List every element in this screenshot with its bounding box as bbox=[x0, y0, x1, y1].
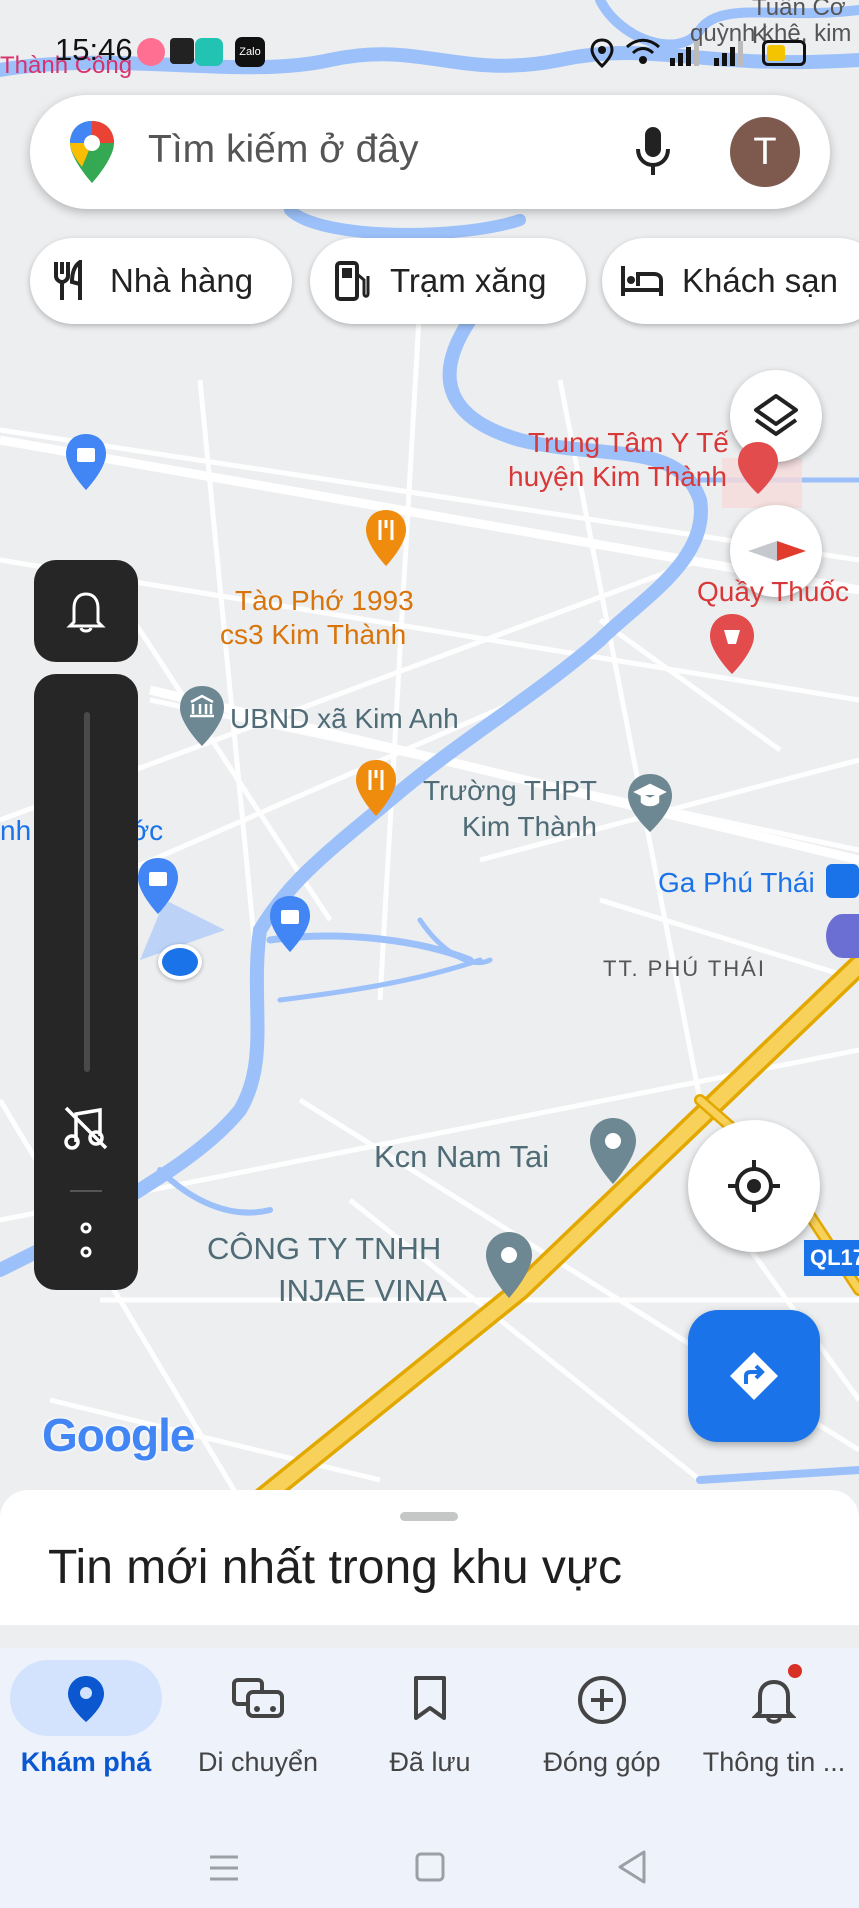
map-pin-edge-icon[interactable] bbox=[826, 914, 859, 958]
map-label-school-1: Trường THPT bbox=[423, 775, 598, 806]
search-bar[interactable]: Tìm kiếm ở đây T bbox=[30, 95, 830, 209]
signal-1-icon bbox=[670, 41, 699, 66]
volume-slider[interactable] bbox=[84, 712, 90, 1072]
nav-label: Đóng góp bbox=[543, 1747, 661, 1777]
bottom-navigation: Khám phá Di chuyển Đã lưu Đóng góp Thông… bbox=[0, 1648, 859, 1908]
notification-app-icon bbox=[137, 38, 165, 66]
music-off-icon[interactable] bbox=[62, 1104, 110, 1152]
map-label-station: Ga Phú Thái bbox=[658, 867, 815, 898]
layers-icon bbox=[754, 394, 798, 436]
system-back-icon[interactable] bbox=[616, 1849, 648, 1885]
map-label-restaurant-1: Tào Phớ 1993 bbox=[235, 585, 414, 616]
microphone-icon[interactable] bbox=[635, 125, 671, 179]
notification-dot bbox=[788, 1664, 802, 1678]
hospital-pin-icon[interactable] bbox=[736, 440, 780, 496]
nav-saved[interactable]: Đã lưu bbox=[344, 1648, 516, 1798]
commute-icon bbox=[232, 1678, 284, 1718]
zalo-icon: Zalo bbox=[235, 37, 265, 67]
shopping-pin-icon-1[interactable] bbox=[64, 432, 108, 492]
company-pin-icon[interactable] bbox=[484, 1230, 534, 1300]
user-location-dot[interactable] bbox=[158, 944, 202, 980]
map-label-pharmacy: Quầy Thuốc bbox=[697, 576, 850, 607]
system-menu-icon[interactable] bbox=[208, 1853, 240, 1883]
google-maps-logo-icon bbox=[70, 121, 114, 183]
map-label-hospital-1: Trung Tâm Y Tế bbox=[528, 427, 729, 458]
signal-2-icon bbox=[714, 41, 743, 66]
bell-icon bbox=[66, 592, 106, 633]
crosshair-icon bbox=[728, 1160, 780, 1212]
chip-label: Khách sạn bbox=[682, 262, 838, 299]
nav-label: Thông tin ... bbox=[702, 1747, 846, 1777]
shopping-pin-icon-3[interactable] bbox=[268, 894, 312, 954]
nav-updates[interactable]: Thông tin ... bbox=[688, 1648, 859, 1798]
chip-restaurants[interactable]: Nhà hàng bbox=[30, 238, 292, 324]
school-pin-icon[interactable] bbox=[626, 772, 674, 834]
government-pin-icon[interactable] bbox=[178, 684, 226, 748]
restaurant-icon bbox=[54, 260, 82, 300]
bag-icon bbox=[170, 38, 194, 64]
restaurant-pin-icon[interactable] bbox=[364, 508, 408, 568]
nav-commute[interactable]: Di chuyển bbox=[172, 1648, 344, 1798]
map-label-restaurant-2: cs3 Kim Thành bbox=[220, 619, 407, 650]
restaurant-pin-icon-2[interactable] bbox=[354, 758, 398, 818]
more-vertical-icon[interactable] bbox=[76, 1222, 96, 1262]
floating-bell-panel[interactable] bbox=[34, 560, 138, 662]
nav-label: Di chuyển bbox=[197, 1747, 319, 1777]
chip-gas-stations[interactable]: Trạm xăng bbox=[310, 238, 586, 324]
search-input[interactable]: Tìm kiếm ở đây bbox=[148, 128, 418, 172]
industrial-pin-icon[interactable] bbox=[588, 1116, 638, 1186]
app-icon bbox=[195, 38, 223, 66]
battery-icon bbox=[762, 40, 806, 66]
system-home-icon[interactable] bbox=[414, 1851, 446, 1883]
status-bar: Thành Công Tuấn Cơ K quỳnh khê, kim 15:4… bbox=[0, 0, 859, 100]
compass-icon bbox=[748, 541, 806, 561]
bookmark-icon bbox=[414, 1676, 446, 1720]
add-circle-icon bbox=[578, 1676, 626, 1724]
avatar[interactable]: T bbox=[730, 117, 800, 187]
nav-label: Đã lưu bbox=[389, 1747, 471, 1777]
directions-icon bbox=[730, 1352, 778, 1400]
my-location-button[interactable] bbox=[688, 1120, 820, 1252]
sheet-drag-handle[interactable] bbox=[400, 1512, 458, 1521]
google-logo: Google bbox=[42, 1409, 195, 1461]
floating-volume-panel[interactable] bbox=[34, 674, 138, 1290]
nav-label: Khám phá bbox=[20, 1747, 152, 1777]
directions-button[interactable] bbox=[688, 1310, 820, 1442]
gas-station-icon bbox=[335, 261, 370, 301]
location-status-icon bbox=[590, 38, 614, 68]
wifi-icon bbox=[625, 38, 661, 64]
pharmacy-pin-icon[interactable] bbox=[708, 612, 756, 676]
map-label-ubnd: UBND xã Kim Anh bbox=[230, 703, 459, 734]
bell-icon bbox=[752, 1679, 796, 1724]
bottom-sheet[interactable]: Tin mới nhất trong khu vực bbox=[0, 1490, 859, 1625]
map-label-town: TT. PHÚ THÁI bbox=[603, 956, 766, 981]
nav-contribute[interactable]: Đóng góp bbox=[516, 1648, 688, 1798]
status-time: 15:46 bbox=[55, 32, 133, 67]
map-label-company-1: CÔNG TY TNHH bbox=[207, 1231, 442, 1266]
map-label-company-2: INJAE VINA bbox=[278, 1273, 447, 1308]
chip-label: Trạm xăng bbox=[390, 262, 547, 299]
panel-divider bbox=[70, 1190, 102, 1192]
sheet-title: Tin mới nhất trong khu vực bbox=[48, 1541, 623, 1594]
nav-explore[interactable]: Khám phá bbox=[0, 1648, 172, 1798]
map-label-school-2: Kim Thành bbox=[462, 811, 597, 842]
chip-label: Nhà hàng bbox=[110, 262, 254, 299]
road-shield-ql17: QL17 bbox=[804, 1240, 859, 1276]
map-label-industrial: Kcn Nam Tai bbox=[374, 1139, 550, 1174]
train-station-icon[interactable] bbox=[826, 864, 859, 898]
hotel-icon bbox=[621, 266, 663, 296]
map-label-hospital-2: huyện Kim Thành bbox=[508, 461, 727, 492]
shopping-pin-icon-2[interactable] bbox=[136, 856, 180, 916]
chip-hotels[interactable]: Khách sạn bbox=[602, 238, 859, 324]
explore-pin-icon bbox=[68, 1676, 104, 1722]
